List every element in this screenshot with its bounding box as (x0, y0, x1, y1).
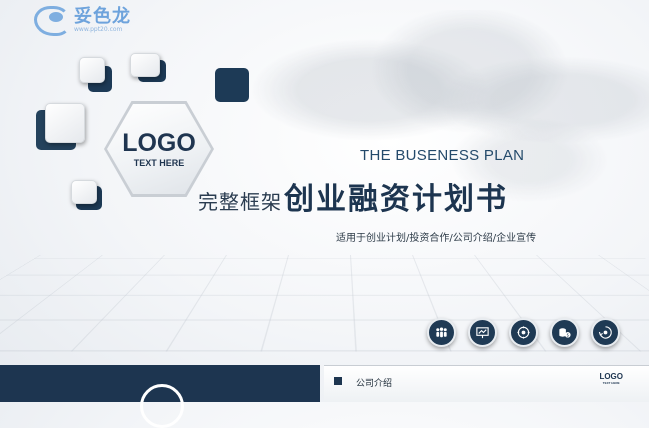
mini-logo-subtext: TEXT HERE (602, 381, 620, 385)
chinese-title-bold: 创业融资计划书 (284, 182, 508, 217)
bottom-right-panel: 公司介绍 LOGO TEXT HERE (324, 365, 649, 402)
chinese-title: 完整框架创业融资计划书 (198, 174, 508, 218)
subtitle: 适用于创业计划/投资合作/公司介绍/企业宣传 (336, 233, 537, 244)
gear-chat-icon[interactable] (509, 318, 538, 347)
logo-text: LOGO (122, 129, 196, 157)
deco-tile (215, 68, 249, 102)
feature-icons: $ (427, 318, 620, 347)
deco-tile (79, 57, 105, 83)
team-icon[interactable] (427, 318, 456, 347)
deco-tile (45, 103, 85, 143)
svg-text:$: $ (566, 333, 569, 338)
chinese-title-light: 完整框架 (198, 190, 282, 214)
section-label: 公司介绍 (356, 379, 393, 389)
brand-name: 妥色龙 (74, 6, 131, 27)
chart-board-icon[interactable] (468, 318, 497, 347)
brand-logo[interactable]: 妥色龙 www.ppt20.com (34, 6, 131, 36)
brand-url: www.ppt20.com (74, 26, 123, 33)
logo-subtext: TEXT HERE (133, 158, 185, 168)
mini-logo-text: LOGO (599, 372, 623, 381)
deco-tile (71, 180, 97, 204)
deco-tile (130, 53, 160, 77)
section-marker (334, 377, 342, 385)
ring-decoration (140, 384, 184, 428)
coins-icon[interactable]: $ (550, 318, 579, 347)
mini-logo: LOGO TEXT HERE (599, 372, 623, 385)
english-title: THE BUSENESS PLAN (360, 147, 525, 164)
chameleon-icon (34, 6, 70, 36)
settings-cycle-icon[interactable] (591, 318, 620, 347)
